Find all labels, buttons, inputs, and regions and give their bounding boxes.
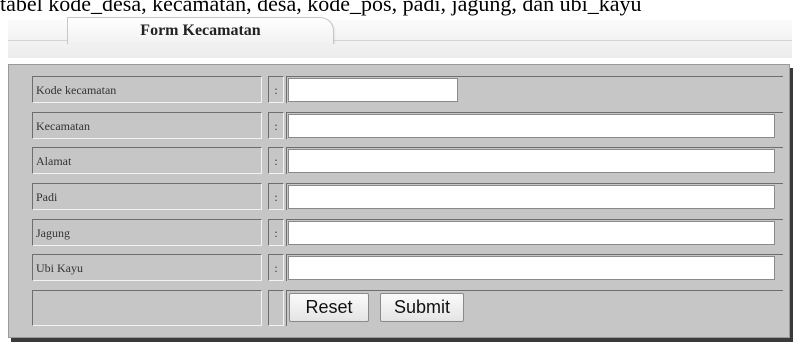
label-ubi-kayu: Ubi Kayu	[32, 254, 262, 281]
field-separator: :	[268, 147, 284, 174]
label-kecamatan: Kecamatan	[32, 112, 262, 139]
document-caption: tabel kode_desa, kecamatan, desa, kode_p…	[0, 0, 642, 16]
label-padi: Padi	[32, 183, 262, 210]
jagung-input[interactable]	[288, 221, 775, 245]
label-kode-kecamatan: Kode kecamatan	[32, 76, 262, 103]
ubi-kayu-input[interactable]	[288, 256, 775, 280]
field-separator: :	[268, 219, 284, 246]
empty-separator-cell	[268, 290, 284, 326]
kecamatan-input[interactable]	[288, 114, 775, 138]
padi-input[interactable]	[288, 185, 775, 209]
alamat-input[interactable]	[288, 149, 775, 173]
empty-label-cell	[32, 290, 262, 326]
field-separator: :	[268, 112, 284, 139]
reset-button[interactable]: Reset	[289, 293, 369, 322]
field-separator: :	[268, 254, 284, 281]
label-jagung: Jagung	[32, 219, 262, 246]
tab-form-kecamatan[interactable]: Form Kecamatan	[67, 17, 334, 44]
kode-kecamatan-input[interactable]	[288, 78, 458, 102]
submit-button[interactable]: Submit	[380, 293, 464, 322]
field-separator: :	[268, 76, 284, 103]
label-alamat: Alamat	[32, 147, 262, 174]
field-separator: :	[268, 183, 284, 210]
